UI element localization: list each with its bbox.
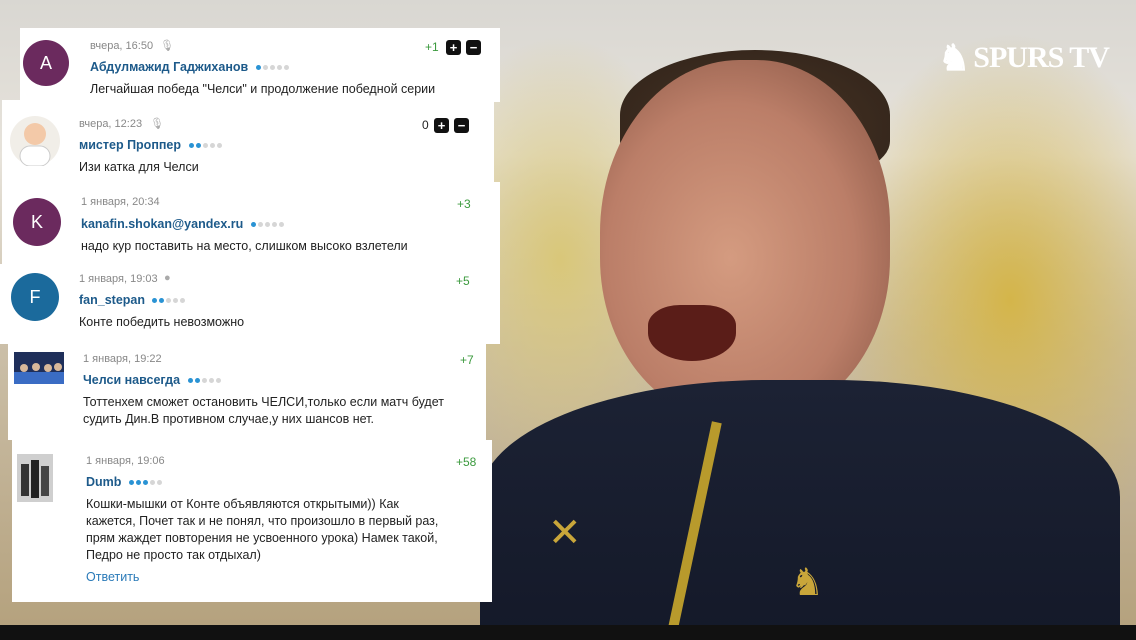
comment-time: 1 января, 19:06 [86,455,165,467]
person-mouth [648,305,736,361]
comment-card: A вчера, 16:50 🎙 Абдулмажид Гаджиханов Л… [20,28,500,102]
comment-time: вчера, 16:50 [90,40,154,52]
comment-text: Легчайшая победа "Челси" и продолжение п… [90,82,436,96]
comment-text-line: Кошки-мышки от Конте объявляются открыты… [86,497,399,511]
bald-man-avatar-icon [19,123,51,166]
comment-text: Конте победить невозможно [79,315,245,329]
comment-text-line: прям жаждет повторения не усвоенного уро… [86,531,438,545]
apple-icon: ● [164,272,171,284]
letterbox-bar [0,625,1136,640]
comment-score: +7 [460,353,474,367]
comment-author[interactable]: Dumb [86,475,162,489]
team-photo-avatar-icon [14,352,64,384]
comment-time: 1 января, 19:22 [83,353,162,365]
upvote-button[interactable]: + [446,40,461,55]
author-name[interactable]: Абдулмажид Гаджиханов [90,60,248,74]
author-name[interactable]: мистер Проппер [79,138,181,152]
rating-dots [255,65,289,71]
avatar[interactable] [10,116,60,166]
avatar[interactable] [14,352,64,384]
comment-score: +5 [456,274,470,288]
downvote-button[interactable]: − [466,40,481,55]
microphone-icon: 🎙 [160,40,174,52]
comment-text-line: судить Дин.В противном случае,у них шанс… [83,412,374,426]
comment-author[interactable]: kanafin.shokan@yandex.ru [81,217,284,231]
reply-link[interactable]: Ответить [86,570,139,584]
cockerel-icon: ♞ [938,38,970,78]
upvote-button[interactable]: + [434,118,449,133]
comment-score: 0 [422,118,429,132]
comment-score: +3 [457,197,471,211]
comment-author[interactable]: Челси навсегда [83,373,221,387]
comment-card: вчера, 12:23 🎙 мистер Проппер Изи катка … [2,100,494,182]
comment-time: вчера, 12:23 [79,118,143,130]
comment-author[interactable]: fan_stepan [79,293,186,307]
comment-author[interactable]: мистер Проппер [79,138,222,152]
person-face [600,60,890,420]
rating-dots [187,378,221,384]
comment-text: надо кур поставить на место, слишком выс… [81,239,408,253]
comment-score: +1 [425,40,439,54]
downvote-button[interactable]: − [454,118,469,133]
comment-card: K 1 января, 20:34 kanafin.shokan@yandex.… [2,182,500,264]
avatar[interactable]: F [11,273,59,321]
comment-card: F 1 января, 19:03 ● fan_stepan Конте поб… [0,264,500,344]
author-name[interactable]: fan_stepan [79,293,145,307]
under-armour-logo: ✕ [548,511,582,555]
spurs-tv-title: SPURS TV [973,41,1110,74]
comment-text: Изи катка для Челси [79,160,199,174]
rating-dots [128,480,162,486]
comment-time: 1 января, 19:03 [79,273,158,285]
avatar[interactable] [17,454,53,502]
avatar[interactable]: K [13,198,61,246]
comment-text-line: кажется, Почет так и не понял, что произ… [86,514,439,528]
bw-photo-avatar-icon [17,454,53,502]
comment-score: +58 [456,455,477,469]
comment-author[interactable]: Абдулмажид Гаджиханов [90,60,289,74]
comment-time: 1 января, 20:34 [81,196,160,208]
author-name[interactable]: Челси навсегда [83,373,180,387]
comment-card: 1 января, 19:06 Dumb Кошки-мышки от Конт… [12,440,492,602]
rating-dots [250,222,284,228]
rating-dots [152,298,186,304]
rating-dots [188,143,222,149]
microphone-icon: 🎙 [150,118,164,130]
comment-text-line: Тоттенхем сможет остановить ЧЕЛСИ,только… [83,395,444,409]
spurs-tv-logo: ♞ SPURS TV [938,38,1110,78]
comment-text-line: Педро не просто так отдыхал) [86,548,261,562]
avatar[interactable]: A [23,40,69,86]
comment-card: 1 января, 19:22 Челси навсегда Тоттенхем… [8,344,486,440]
author-name[interactable]: Dumb [86,475,121,489]
spurs-crest-icon: ♞ [790,562,825,604]
author-name[interactable]: kanafin.shokan@yandex.ru [81,217,243,231]
